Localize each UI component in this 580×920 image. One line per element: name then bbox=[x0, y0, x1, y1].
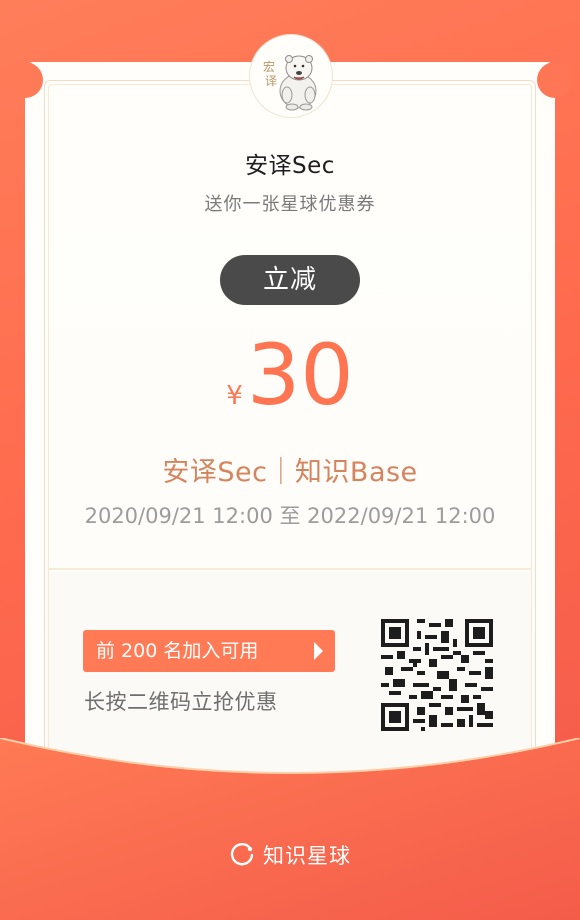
card-bottom-wave bbox=[0, 738, 580, 920]
group-name: 安译Sec｜知识Base bbox=[162, 457, 418, 488]
amount-value: 30 bbox=[246, 326, 354, 424]
section-divider bbox=[48, 568, 532, 570]
join-condition-button[interactable]: 前 200 名加入可用 bbox=[83, 630, 335, 672]
avatar: 宏 译 bbox=[249, 34, 333, 118]
qr-hint: 长按二维码立抢优惠 bbox=[84, 690, 278, 714]
currency-symbol: ¥ bbox=[226, 381, 243, 411]
qr-code-icon[interactable] bbox=[381, 619, 493, 731]
planet-title: 安译Sec bbox=[245, 153, 335, 179]
play-arrow-icon bbox=[314, 642, 323, 660]
svg-text:宏: 宏 bbox=[263, 59, 275, 74]
discount-type-badge: 立减 bbox=[220, 255, 360, 305]
validity-period: 2020/09/21 12:00 至 2022/09/21 12:00 bbox=[84, 504, 496, 528]
footer-brand: 知识星球 bbox=[0, 840, 580, 870]
card-notch-left bbox=[7, 62, 43, 98]
brand-label: 知识星球 bbox=[263, 844, 351, 868]
discount-amount: ¥30 bbox=[0, 330, 580, 420]
polar-bear-icon: 宏 译 bbox=[263, 55, 317, 111]
card-notch-right bbox=[537, 62, 573, 98]
planet-ring-icon bbox=[230, 842, 254, 866]
coupon-subtitle: 送你一张星球优惠券 bbox=[204, 194, 376, 215]
join-condition-label: 前 200 名加入可用 bbox=[96, 640, 259, 662]
svg-text:译: 译 bbox=[265, 74, 277, 88]
